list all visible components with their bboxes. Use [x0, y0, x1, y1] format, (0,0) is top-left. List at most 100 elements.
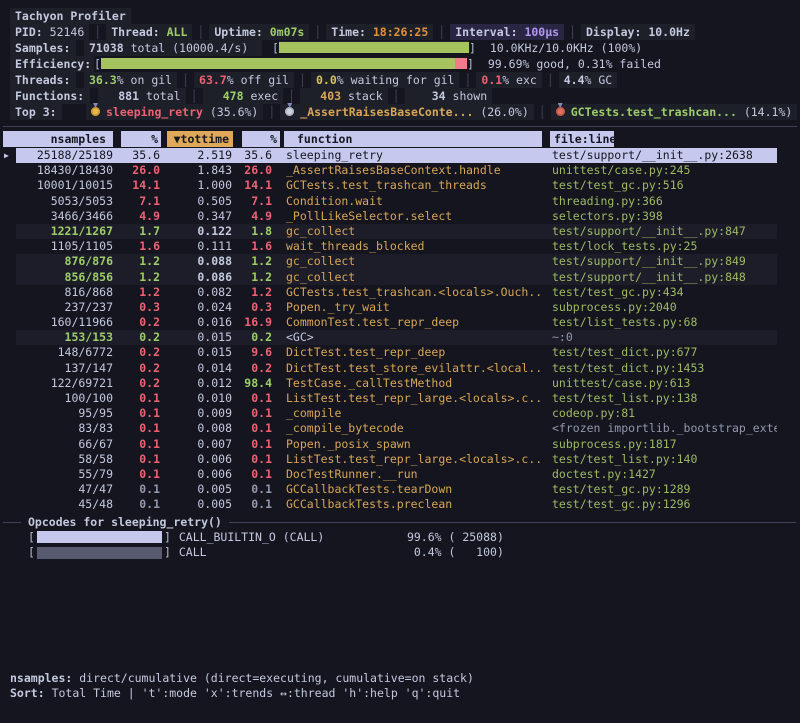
- cell-tottime: 0.012: [160, 376, 232, 391]
- table-row[interactable]: 5053/50537.10.5057.1Condition.waitthread…: [0, 194, 800, 209]
- table-row[interactable]: 876/8761.20.0881.2gc_collecttest/support…: [0, 254, 800, 269]
- threads-label: Threads:: [10, 72, 76, 88]
- cell-file-line: test/support/__init__.py:2638: [552, 148, 777, 163]
- table-row[interactable]: 237/2370.30.0240.3Popen._try_waitsubproc…: [0, 300, 800, 315]
- row-arrow-slot: [0, 391, 16, 406]
- col-header-pct-total[interactable]: %: [121, 131, 161, 147]
- cell-pct-total: 0.1: [113, 391, 160, 406]
- title-bar: Tachyon Profiler: [0, 8, 800, 24]
- table-row[interactable]: 816/8681.20.0821.2GCTests.test_trashcan.…: [0, 285, 800, 300]
- table-row[interactable]: 856/8561.20.0861.2gc_collecttest/support…: [0, 270, 800, 285]
- cell-tottime: 0.015: [160, 330, 232, 345]
- table-row[interactable]: 45/480.10.0050.1GCCallbackTests.preclean…: [0, 497, 800, 512]
- divider: │: [309, 24, 326, 40]
- table-row[interactable]: 122/697210.20.01298.4TestCase._callTestM…: [0, 376, 800, 391]
- cell-pct-total: 0.2: [113, 315, 160, 330]
- cell-pct-total: 0.1: [113, 497, 160, 512]
- table-row[interactable]: 66/670.10.0070.1Popen._posix_spawnsubpro…: [0, 437, 800, 452]
- cell-pct-cum: 14.1: [232, 178, 272, 193]
- cell-nsamples: 58/58: [16, 452, 113, 467]
- row-arrow-slot: [0, 285, 16, 300]
- cell-pct-cum: 0.1: [232, 467, 272, 482]
- table-body: ▶25188/2518935.62.51935.6sleeping_retryt…: [0, 148, 800, 513]
- row-arrow-slot: [0, 209, 16, 224]
- table-row[interactable]: 137/1470.20.0140.2DictTest.test_store_ev…: [0, 361, 800, 376]
- divider: │: [283, 88, 300, 104]
- cell-tottime: 0.015: [160, 345, 232, 360]
- table-header: nsamples % ▼tottime % function file:line: [3, 131, 800, 147]
- table-row[interactable]: ▶25188/2518935.62.51935.6sleeping_retryt…: [0, 148, 800, 163]
- cell-pct-cum: 0.1: [232, 421, 272, 436]
- cell-function: DictTest.test_repr_deep: [286, 345, 544, 360]
- cell-pct-total: 0.1: [113, 421, 160, 436]
- cell-pct-cum: 1.2: [232, 285, 272, 300]
- row-arrow-slot: [0, 376, 16, 391]
- cell-file-line: test/support/__init__.py:847: [552, 224, 777, 239]
- uptime-status: Uptime: 0m07s: [209, 24, 309, 40]
- cell-tottime: 0.005: [160, 497, 232, 512]
- table-row[interactable]: 160/119660.20.01616.9CommonTest.test_rep…: [0, 315, 800, 330]
- col-header-nsamples[interactable]: nsamples: [3, 131, 113, 147]
- time-status: Time: 18:26:25: [326, 24, 433, 40]
- col-header-pct-cum[interactable]: %: [242, 131, 280, 147]
- cell-nsamples: 237/237: [16, 300, 113, 315]
- col-header-file-line[interactable]: file:line: [550, 131, 614, 147]
- table-row[interactable]: 153/1530.20.0150.2<GC>~:0: [0, 330, 800, 345]
- cell-file-line: subprocess.py:1817: [552, 437, 777, 452]
- cell-nsamples: 876/876: [16, 254, 113, 269]
- cell-nsamples: 47/47: [16, 482, 113, 497]
- table-row[interactable]: 1221/12671.70.1221.8gc_collecttest/suppo…: [0, 224, 800, 239]
- table-row[interactable]: 1105/11051.60.1111.6wait_threads_blocked…: [0, 239, 800, 254]
- row-arrow-slot: [0, 437, 16, 452]
- cell-nsamples: 95/95: [16, 406, 113, 421]
- cell-pct-total: 0.2: [113, 345, 160, 360]
- page-title: Tachyon Profiler: [10, 8, 131, 24]
- cell-tottime: 0.088: [160, 254, 232, 269]
- cell-file-line: test/support/__init__.py:849: [552, 254, 777, 269]
- row-arrow-slot: [0, 467, 16, 482]
- table-row[interactable]: 100/1000.10.0100.1ListTest.test_repr_lar…: [0, 391, 800, 406]
- cell-tottime: 0.082: [160, 285, 232, 300]
- cell-pct-total: 0.1: [113, 482, 160, 497]
- row-arrow-slot: [0, 194, 16, 209]
- silver-medal-icon: [285, 107, 294, 116]
- cell-function: wait_threads_blocked: [286, 239, 544, 254]
- cell-nsamples: 856/856: [16, 270, 113, 285]
- cell-pct-cum: 35.6: [232, 148, 272, 163]
- cell-function: Condition.wait: [286, 194, 544, 209]
- col-header-function[interactable]: function: [284, 131, 542, 147]
- cell-function: DocTestRunner.__run: [286, 467, 544, 482]
- row-arrow-slot: [0, 345, 16, 360]
- sort-and-keybind-hints: Sort: Total Time | 't':mode 'x':trends ↔…: [10, 686, 474, 701]
- cell-pct-cum: 0.1: [232, 437, 272, 452]
- opcode-percentage: 0.4% ( 100): [384, 545, 504, 561]
- col-header-tottime-sorted[interactable]: ▼tottime: [167, 131, 233, 147]
- rule-segment: [3, 522, 21, 523]
- cell-file-line: unittest/case.py:613: [552, 376, 777, 391]
- table-row[interactable]: 3466/34664.90.3474.9_PollLikeSelector.se…: [0, 209, 800, 224]
- tachyon-profiler-window: Tachyon Profiler PID: 52146 │ Thread: AL…: [0, 0, 800, 723]
- cell-file-line: test/test_dict.py:677: [552, 345, 777, 360]
- cell-nsamples: 1221/1267: [16, 224, 113, 239]
- separator-line: [3, 126, 797, 127]
- cell-tottime: 0.122: [160, 224, 232, 239]
- thread-status[interactable]: Thread: ALL: [106, 24, 192, 40]
- row-arrow-slot: [0, 421, 16, 436]
- divider: │: [192, 24, 209, 40]
- table-row[interactable]: 148/67720.20.0159.6DictTest.test_repr_de…: [0, 345, 800, 360]
- table-row[interactable]: 47/470.10.0050.1GCCallbackTests.tearDown…: [0, 482, 800, 497]
- table-row[interactable]: 58/580.10.0060.1ListTest.test_repr_large…: [0, 452, 800, 467]
- table-row[interactable]: 83/830.10.0080.1_compile_bytecode<frozen…: [0, 421, 800, 436]
- table-row[interactable]: 18430/1843026.01.84326.0_AssertRaisesBas…: [0, 163, 800, 178]
- cell-file-line: test/test_gc.py:516: [552, 178, 777, 193]
- bar-close-bracket: ]: [164, 530, 171, 546]
- opcode-name: CALL_BUILTIN_O (CALL): [179, 530, 384, 546]
- cell-nsamples: 100/100: [16, 391, 113, 406]
- table-row[interactable]: 95/950.10.0090.1_compilecodeop.py:81: [0, 406, 800, 421]
- cell-nsamples: 3466/3466: [16, 209, 113, 224]
- cell-function: GCTests.test_trashcan.<locals>.Ouch...: [286, 285, 544, 300]
- table-row[interactable]: 55/790.10.0060.1DocTestRunner.__rundocte…: [0, 467, 800, 482]
- table-row[interactable]: 10001/1001514.11.00014.1GCTests.test_tra…: [0, 178, 800, 193]
- cell-pct-cum: 1.2: [232, 254, 272, 269]
- cell-pct-total: 0.1: [113, 467, 160, 482]
